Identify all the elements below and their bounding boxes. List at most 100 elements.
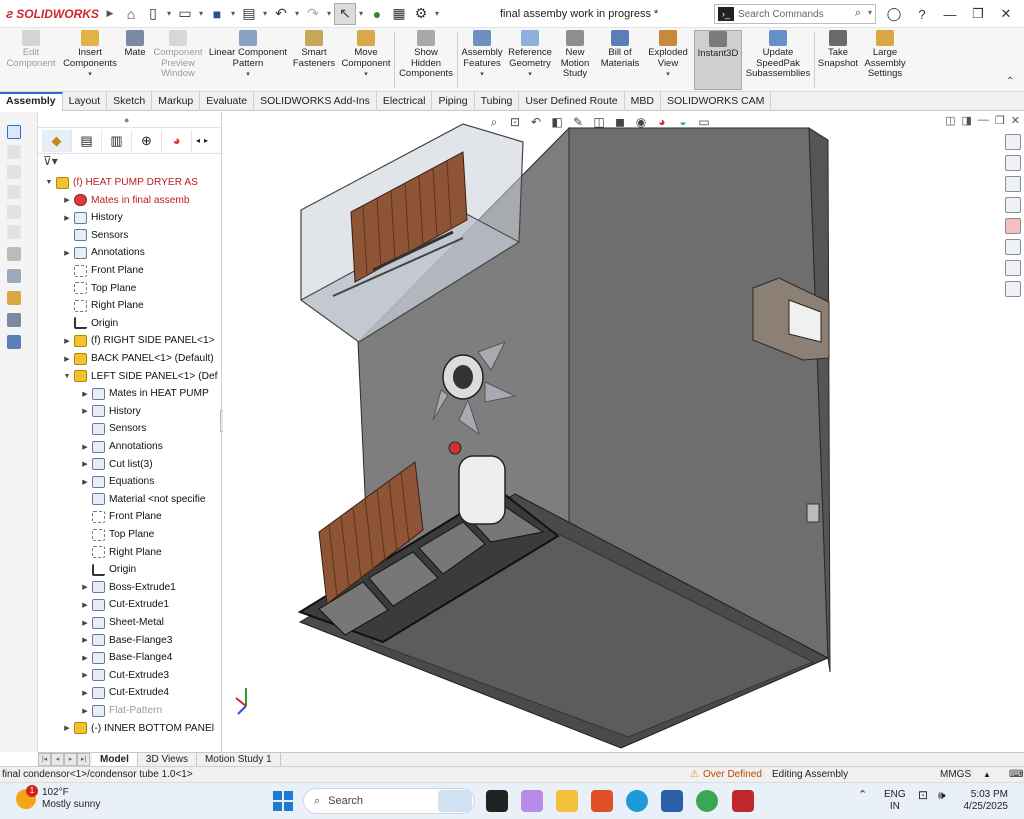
- redo-icon[interactable]: ↷: [302, 3, 324, 25]
- microsoft-store-icon[interactable]: [661, 790, 683, 812]
- move-component-button[interactable]: Move Component ▾: [338, 30, 394, 81]
- heat-pump-dryer-model[interactable]: [223, 112, 1024, 752]
- tree-item[interactable]: Top Plane: [80, 526, 154, 543]
- units-dropdown-icon[interactable]: ▲: [983, 767, 991, 782]
- tree-item[interactable]: Material <not specifie: [80, 491, 206, 508]
- toolbox-icon[interactable]: [1005, 281, 1021, 297]
- collapse-arrow-icon[interactable]: ▼: [44, 179, 54, 186]
- tab-evaluate[interactable]: Evaluate: [200, 92, 255, 111]
- bill-of-materials-button[interactable]: Bill of Materials: [598, 30, 642, 69]
- view-palette-icon[interactable]: [1005, 197, 1021, 213]
- pattern-tool-icon[interactable]: [7, 335, 21, 349]
- tree-item[interactable]: Top Plane: [62, 280, 136, 297]
- open-folder-icon[interactable]: ▭: [174, 3, 196, 25]
- tab-mbd[interactable]: MBD: [625, 92, 661, 111]
- expand-arrow-icon[interactable]: ▶: [80, 671, 90, 679]
- tree-item[interactable]: ▶ History: [80, 403, 141, 420]
- extrude-tool-icon[interactable]: [7, 247, 21, 261]
- over-defined-status[interactable]: Over Defined: [703, 767, 762, 782]
- customize-status-icon[interactable]: ⌨: [1009, 767, 1023, 782]
- tree-item[interactable]: ▶ (-) INNER BOTTOM PANEl: [62, 720, 214, 737]
- first-tab-icon[interactable]: |◂: [38, 753, 51, 766]
- undo-icon[interactable]: ↶: [270, 3, 292, 25]
- assembly-tool-icon[interactable]: [7, 269, 21, 283]
- hinge-bracket[interactable]: [806, 503, 820, 523]
- options-gear-icon[interactable]: ⚙: [410, 3, 432, 25]
- expand-arrow-icon[interactable]: ▶: [80, 636, 90, 644]
- expand-arrow-icon[interactable]: ▶: [62, 249, 72, 257]
- collapse-ribbon-icon[interactable]: ⌃: [1006, 76, 1014, 87]
- clock[interactable]: 5:03 PM 4/25/2025: [962, 789, 1009, 813]
- update-speedpak-button[interactable]: Update SpeedPak Subassemblies: [744, 30, 812, 80]
- help-icon[interactable]: ?: [908, 4, 936, 24]
- feature-tree-tab-icon[interactable]: ◆: [42, 129, 72, 152]
- solidworks-forum-icon[interactable]: [1005, 260, 1021, 276]
- chrome-browser-icon[interactable]: [696, 790, 718, 812]
- tab-layout[interactable]: Layout: [63, 92, 108, 111]
- tab-scroll-left-icon[interactable]: ◂: [196, 136, 200, 145]
- tree-item[interactable]: Origin: [62, 315, 118, 332]
- tree-item[interactable]: ▶ Annotations: [80, 438, 163, 455]
- task-view-icon[interactable]: [486, 790, 508, 812]
- expand-arrow-icon[interactable]: ▶: [80, 619, 90, 627]
- tree-item[interactable]: ▶ Equations: [80, 473, 154, 490]
- panel-grip-icon[interactable]: ●: [124, 115, 129, 125]
- tree-item[interactable]: ▶ Flat-Pattern: [80, 702, 162, 719]
- expand-arrow-icon[interactable]: ▶: [80, 601, 90, 609]
- property-manager-tab-icon[interactable]: ▤: [72, 129, 102, 152]
- rebuild-traffic-light-icon[interactable]: ●: [366, 3, 388, 25]
- print-dropdown-icon[interactable]: ▾: [260, 9, 270, 18]
- tab-tubing[interactable]: Tubing: [475, 92, 520, 111]
- tab-piping[interactable]: Piping: [432, 92, 475, 111]
- component-tool-icon[interactable]: [7, 291, 21, 305]
- tree-item[interactable]: ▶ Cut-Extrude1: [80, 596, 169, 613]
- tree-item[interactable]: Front Plane: [80, 508, 162, 525]
- restore-icon[interactable]: ❐: [964, 4, 992, 24]
- tab-solidworks-cam[interactable]: SOLIDWORKS CAM: [661, 92, 772, 111]
- tab-assembly[interactable]: Assembly: [0, 92, 63, 111]
- solidworks-taskbar-icon[interactable]: [732, 790, 754, 812]
- tree-filter-icon[interactable]: ⊽▾: [38, 154, 221, 172]
- tree-item[interactable]: ▶ (f) RIGHT SIDE PANEL<1>: [62, 332, 215, 349]
- tree-item[interactable]: ▶ Cut-Extrude3: [80, 667, 169, 684]
- tab-sketch[interactable]: Sketch: [107, 92, 153, 111]
- tree-item[interactable]: Front Plane: [62, 262, 144, 279]
- tree-item[interactable]: Right Plane: [80, 544, 162, 561]
- motion-study-tab[interactable]: Motion Study 1: [197, 753, 281, 766]
- search-dropdown-icon[interactable]: ▾: [868, 8, 872, 17]
- new-dropdown-icon[interactable]: ▾: [164, 9, 174, 18]
- compressor[interactable]: [458, 455, 506, 525]
- expand-arrow-icon[interactable]: ▶: [80, 443, 90, 451]
- reference-geometry-button[interactable]: Reference Geometry ▾: [506, 30, 554, 81]
- new-document-icon[interactable]: ▯: [142, 3, 164, 25]
- custom-properties-icon[interactable]: [1005, 239, 1021, 255]
- collapse-arrow-icon[interactable]: ▼: [62, 373, 72, 380]
- tree-item[interactable]: Right Plane: [62, 297, 144, 314]
- file-explorer-taskbar-icon[interactable]: [556, 790, 578, 812]
- copilot-icon[interactable]: [521, 790, 543, 812]
- edge-browser-icon[interactable]: [626, 790, 648, 812]
- tree-item[interactable]: ▼ (f) HEAT PUMP DRYER AS: [44, 174, 198, 191]
- 3d-views-tab[interactable]: 3D Views: [138, 753, 197, 766]
- new-motion-study-button[interactable]: New Motion Study: [556, 30, 594, 80]
- dimxpert-tab-icon[interactable]: ⊕: [132, 129, 162, 152]
- instant3d-button[interactable]: Instant3D: [694, 30, 742, 90]
- save-icon[interactable]: ■: [206, 3, 228, 25]
- tree-item[interactable]: ▶ BACK PANEL<1> (Default): [62, 350, 214, 367]
- tree-item[interactable]: ▶ Cut-Extrude4: [80, 684, 169, 701]
- widgets-icon[interactable]: [438, 790, 472, 812]
- redo-dropdown-icon[interactable]: ▾: [324, 9, 334, 18]
- design-library-icon[interactable]: [1005, 155, 1021, 171]
- insert-components-button[interactable]: Insert Components ▾: [60, 30, 120, 81]
- tree-item[interactable]: Sensors: [80, 420, 146, 437]
- select-pointer-icon[interactable]: ↖: [334, 2, 356, 25]
- weather-widget[interactable]: 1 102°F Mostly sunny: [16, 785, 100, 811]
- last-tab-icon[interactable]: ▸|: [77, 753, 90, 766]
- search-icon[interactable]: ⌕: [855, 7, 861, 20]
- menu-chevron-icon[interactable]: ▶: [100, 8, 120, 19]
- volume-icon[interactable]: 🕪: [938, 789, 946, 801]
- network-icon[interactable]: ⊡: [918, 789, 928, 801]
- home-icon[interactable]: ⌂: [120, 3, 142, 25]
- assembly-features-button[interactable]: Assembly Features ▾: [458, 30, 506, 81]
- show-hidden-components-button[interactable]: Show Hidden Components: [396, 30, 456, 80]
